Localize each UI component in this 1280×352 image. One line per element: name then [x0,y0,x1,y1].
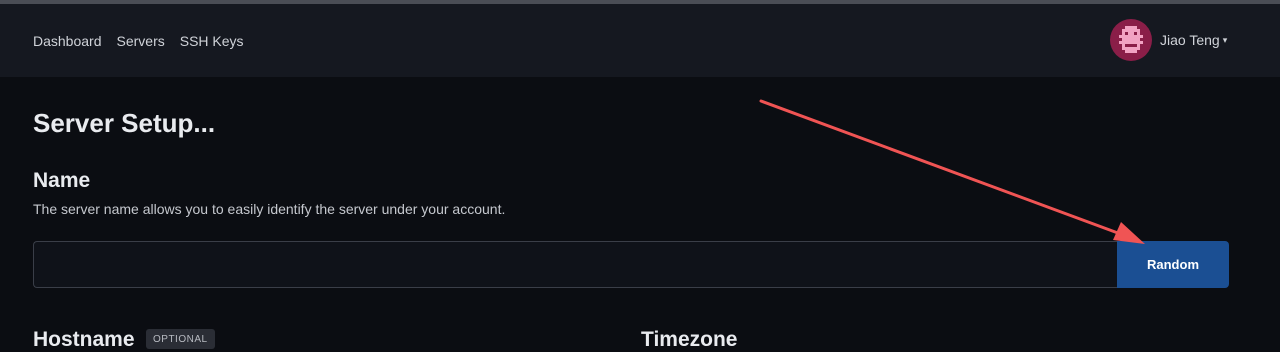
avatar-identicon-icon [1119,26,1143,53]
page-title: Server Setup... [33,108,216,138]
user-name: Jiao Teng [1160,32,1220,48]
top-navbar: Dashboard Servers SSH Keys Jiao Teng ▾ [0,4,1280,77]
nav-links: Dashboard Servers SSH Keys [33,4,244,77]
timezone-section-title: Timezone [641,328,738,351]
hostname-section-title: Hostname [33,328,135,351]
nav-link-servers[interactable]: Servers [117,33,165,49]
nav-link-ssh-keys[interactable]: SSH Keys [180,33,244,49]
server-name-input[interactable] [33,241,1117,288]
caret-down-icon: ▾ [1222,34,1228,45]
name-section-description: The server name allows you to easily ide… [33,201,506,217]
nav-link-dashboard[interactable]: Dashboard [33,33,102,49]
avatar [1110,19,1152,61]
random-name-button[interactable]: Random [1117,241,1229,288]
name-input-group: Random [33,241,1229,288]
name-section-title: Name [33,169,91,192]
user-menu[interactable]: Jiao Teng ▾ [1110,19,1227,61]
optional-badge: OPTIONAL [146,329,215,349]
